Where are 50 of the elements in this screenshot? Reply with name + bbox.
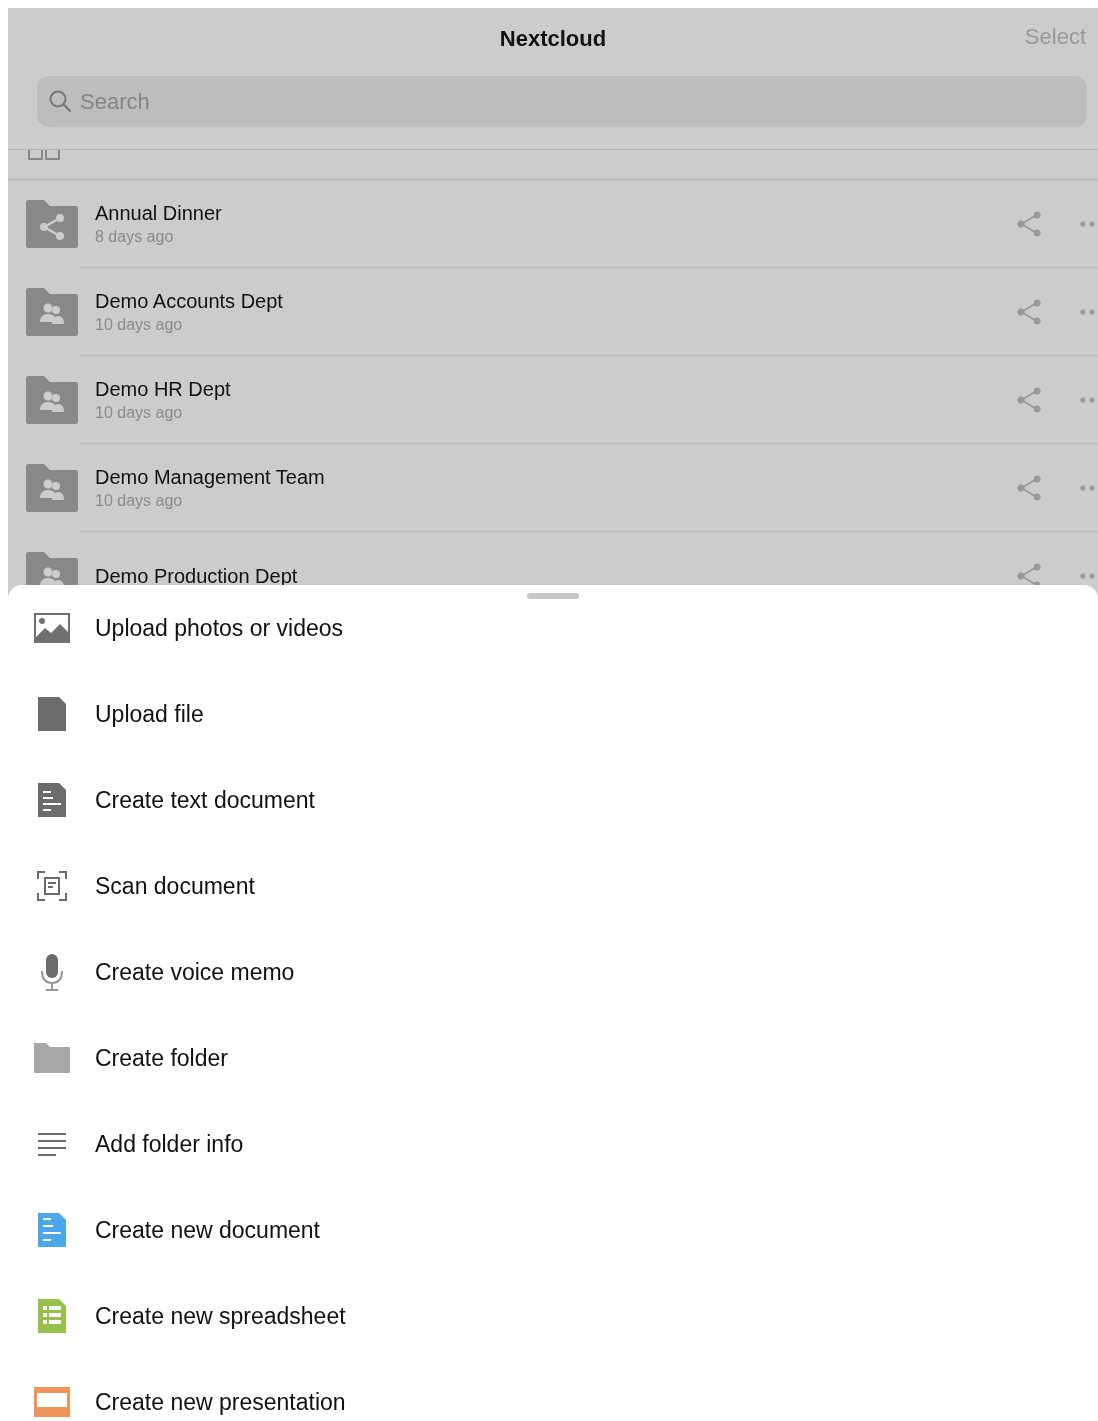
file-icon <box>36 696 67 732</box>
more-icon[interactable] <box>1080 397 1098 403</box>
more-icon[interactable] <box>1080 309 1098 315</box>
modified-date: 8 days ago <box>95 228 175 246</box>
folder-icon <box>33 1043 70 1073</box>
microphone-icon <box>39 953 64 991</box>
scan-icon <box>36 871 67 901</box>
folder-name: Demo Accounts Dept <box>95 290 284 313</box>
folder-name: Demo Management Team <box>95 466 326 489</box>
modified-date: 10 days ago <box>95 316 184 334</box>
modified-date: 10 days ago <box>95 492 184 510</box>
text-document-icon <box>36 782 67 818</box>
lines-icon <box>37 1132 66 1156</box>
shared-folder-icon <box>26 200 78 248</box>
folder-name: Demo HR Dept <box>95 378 232 401</box>
more-icon[interactable] <box>1080 485 1098 491</box>
image-icon <box>33 613 70 643</box>
menu-item[interactable]: Upload file <box>8 671 1098 757</box>
menu-item[interactable]: Scan document <box>8 843 1098 929</box>
share-icon[interactable] <box>1016 211 1042 237</box>
menu-item[interactable]: Create text document <box>8 757 1098 843</box>
group-folder-icon <box>26 464 78 512</box>
folder-row[interactable]: Demo Management Team 10 days ago <box>8 444 1098 532</box>
menu-item[interactable]: Create new presentation <box>8 1359 1098 1421</box>
menu-item[interactable]: Add folder info <box>8 1101 1098 1187</box>
menu-item[interactable]: Upload photos or videos <box>8 585 1098 671</box>
presentation-icon <box>33 1387 70 1417</box>
folder-row[interactable]: Demo Accounts Dept 10 days ago <box>8 268 1098 356</box>
menu-item[interactable]: Create new document <box>8 1187 1098 1273</box>
menu-item[interactable]: Create new spreadsheet <box>8 1273 1098 1359</box>
document-icon <box>36 1212 67 1248</box>
spreadsheet-icon <box>36 1298 67 1334</box>
folder-row[interactable]: Demo HR Dept 10 days ago <box>8 356 1098 444</box>
more-icon[interactable] <box>1080 221 1098 227</box>
search-field[interactable]: Search <box>37 76 1087 127</box>
grid-view-icon[interactable] <box>28 150 60 160</box>
folder-name: Annual Dinner <box>95 202 223 225</box>
folder-row[interactable]: Annual Dinner 8 days ago <box>8 180 1098 268</box>
folder-name: Demo Production Dept <box>95 564 299 588</box>
share-icon[interactable] <box>1016 475 1042 501</box>
share-icon[interactable] <box>1016 387 1042 413</box>
menu-item[interactable]: Create voice memo <box>8 929 1098 1015</box>
group-folder-icon <box>26 288 78 336</box>
sheet-handle[interactable] <box>527 593 579 599</box>
menu-item[interactable]: Create folder <box>8 1015 1098 1101</box>
share-icon[interactable] <box>1016 299 1042 325</box>
more-icon[interactable] <box>1080 573 1098 579</box>
modified-date: 10 days ago <box>95 404 184 422</box>
screen-title: Nextcloud <box>499 26 607 52</box>
group-folder-icon <box>26 376 78 424</box>
